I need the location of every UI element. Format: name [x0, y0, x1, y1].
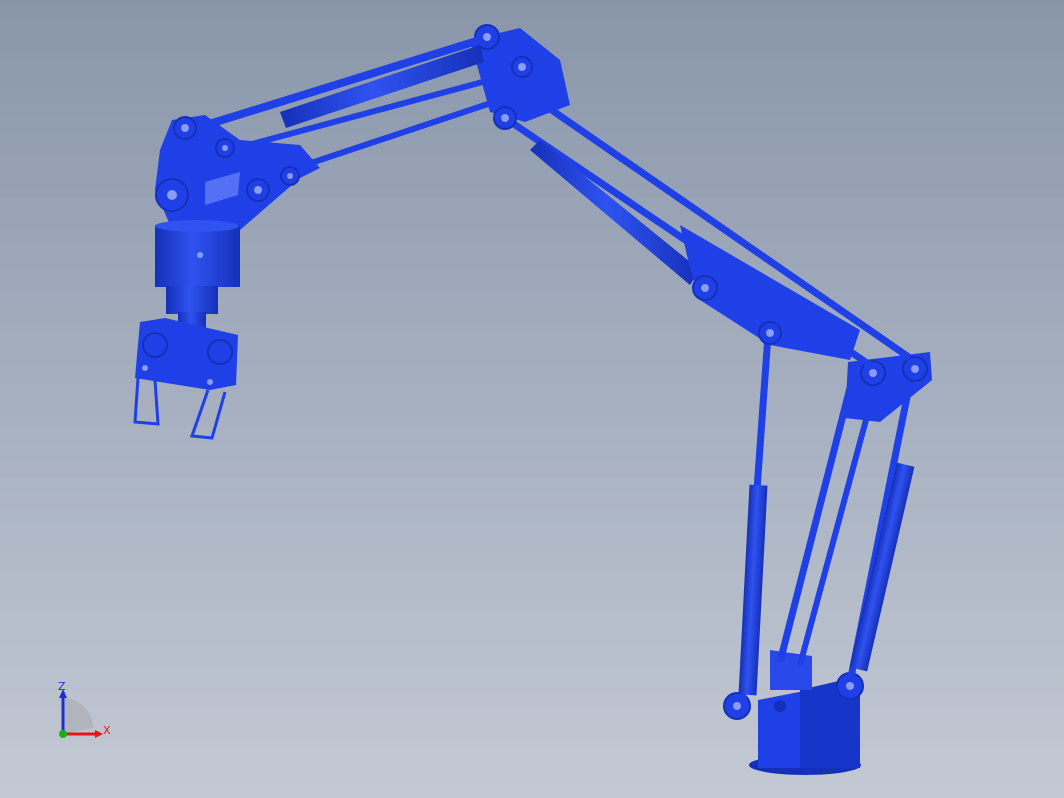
robot-arm-model[interactable]: Z X	[0, 0, 1064, 798]
y-axis-dot	[59, 730, 67, 738]
z-axis-label: Z	[58, 680, 66, 693]
elbow-joint	[845, 352, 932, 422]
x-axis-label: X	[103, 724, 111, 737]
3d-viewport[interactable]: Z X	[0, 0, 1064, 798]
upper-arm	[503, 92, 912, 368]
gripper	[133, 220, 240, 440]
coordinate-triad: Z X	[58, 680, 111, 738]
